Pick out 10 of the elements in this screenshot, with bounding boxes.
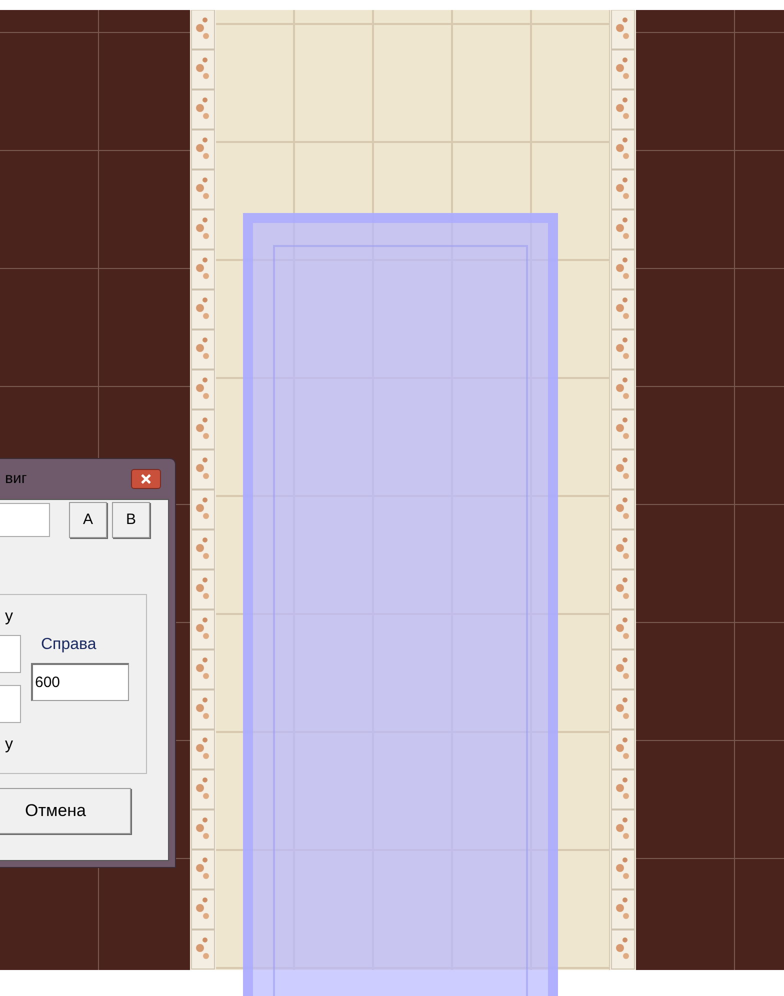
cancel-button[interactable]: Отмена — [0, 788, 131, 834]
right-label: Справа — [41, 635, 98, 655]
window-title: виг — [5, 468, 27, 489]
group-label: у — [5, 735, 13, 755]
group-label: у — [5, 607, 13, 627]
letter-button[interactable]: A — [69, 502, 107, 538]
close-button[interactable] — [131, 469, 161, 489]
close-icon — [141, 474, 151, 484]
letter-button[interactable]: B — [112, 502, 150, 538]
right-input-field[interactable]: 600 — [31, 663, 129, 701]
